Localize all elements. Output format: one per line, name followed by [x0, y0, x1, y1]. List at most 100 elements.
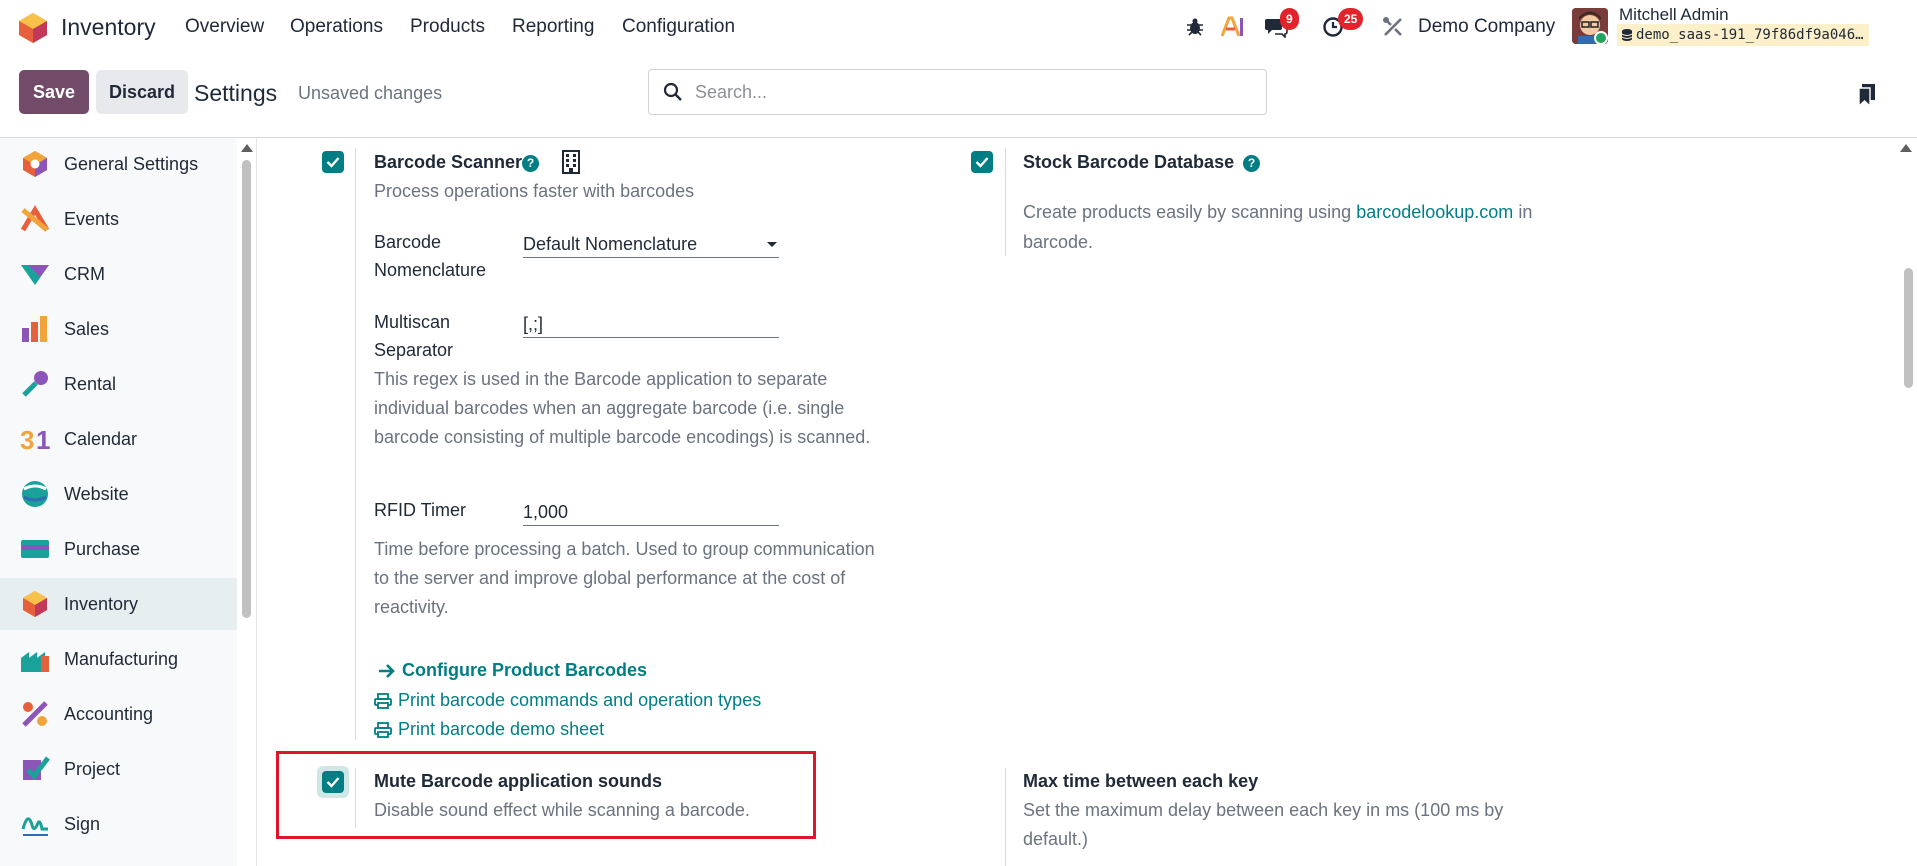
help-icon[interactable]: ? [522, 155, 539, 172]
sidebar-item-purchase[interactable]: Purchase [0, 523, 237, 575]
nomenclature-label-line2: Nomenclature [374, 260, 487, 280]
setting-divider [355, 148, 356, 740]
purchase-icon [21, 540, 49, 558]
database-icon [1622, 29, 1632, 41]
online-status-dot [1594, 31, 1608, 45]
help-icon[interactable]: ? [1243, 155, 1260, 172]
sidebar-item-events[interactable]: Events [0, 193, 237, 245]
ai-icon[interactable] [1220, 14, 1246, 40]
sidebar-scroll-thumb[interactable] [242, 160, 251, 618]
multiscan-label-line2: Separator [374, 340, 454, 360]
menu-operations[interactable]: Operations [290, 16, 383, 38]
print-commands-link[interactable]: Print barcode commands and operation typ… [374, 690, 761, 711]
settings-sidebar: General Settings Events CRM Sales Rental… [0, 138, 237, 866]
search-bar[interactable] [648, 69, 1267, 115]
sidebar-item-label: General Settings [64, 153, 199, 174]
setting-divider [1005, 768, 1006, 866]
discard-button[interactable]: Discard [96, 70, 188, 114]
company-switcher[interactable]: Demo Company [1418, 16, 1555, 38]
sidebar-item-label: Rental [64, 373, 117, 394]
stock-barcode-db-title: Stock Barcode Database [1023, 152, 1235, 172]
bookmark-icon[interactable] [1858, 84, 1876, 106]
configure-product-barcodes-link[interactable]: Configure Product Barcodes [378, 660, 647, 681]
sidebar-item-crm[interactable]: CRM [0, 248, 237, 300]
stock-barcode-db-desc-suffix: in [1518, 202, 1533, 222]
sales-icon [22, 316, 47, 342]
calendar-icon: 31 [20, 425, 50, 454]
sidebar-item-sign[interactable]: Sign [0, 798, 237, 850]
content-scroll-thumb[interactable] [1904, 268, 1913, 388]
messages-badge: 9 [1280, 8, 1299, 30]
menu-overview[interactable]: Overview [185, 16, 264, 38]
max-time-title: Max time between each key [1023, 771, 1259, 791]
user-name[interactable]: Mitchell Admin [1619, 5, 1729, 25]
accounting-icon [22, 701, 48, 727]
multiscan-separator-input[interactable]: [,;] [523, 310, 779, 338]
rfid-help-line2: to the server and improve global perform… [374, 568, 846, 588]
multiscan-help-line3: barcode consisting of multiple barcode e… [374, 427, 871, 447]
sidebar-item-label: Calendar [64, 428, 138, 449]
search-icon [663, 82, 682, 101]
barcodelookup-link[interactable]: barcodelookup.com [1356, 202, 1513, 222]
sidebar-divider [256, 138, 257, 866]
sidebar-item-label: Accounting [64, 703, 154, 724]
top-navbar: Inventory Overview Operations Products R… [0, 0, 1917, 56]
configure-product-barcodes-label: Configure Product Barcodes [402, 660, 648, 680]
save-button[interactable]: Save [19, 70, 89, 114]
sidebar-item-label: Sales [64, 318, 110, 339]
sidebar-item-inventory[interactable]: Inventory [0, 578, 237, 630]
setting-divider [1005, 148, 1006, 256]
multiscan-label-line1: Multiscan [374, 312, 451, 332]
content-scroll-up-arrow[interactable] [1900, 144, 1912, 152]
barcode-scanner-checkbox[interactable] [322, 151, 344, 173]
max-time-desc-line1: Set the maximum delay between each key i… [1023, 800, 1504, 820]
rental-icon [22, 371, 48, 397]
sidebar-item-label: CRM [64, 263, 105, 284]
search-input[interactable] [695, 81, 1215, 103]
sidebar-item-general-settings[interactable]: General Settings [0, 138, 237, 190]
menu-configuration[interactable]: Configuration [622, 16, 735, 38]
barcode-scanner-description: Process operations faster with barcodes [374, 181, 695, 201]
highlight-annotation-box [276, 751, 816, 839]
sidebar-item-website[interactable]: Website [0, 468, 237, 520]
sidebar-item-calendar[interactable]: 31 Calendar [0, 413, 237, 465]
stock-barcode-db-description: Create products easily by scanning using… [1023, 198, 1583, 227]
inventory-icon [23, 591, 47, 617]
database-name: demo_saas-191_79f86df9a046… [1636, 27, 1864, 43]
rfid-timer-input[interactable]: 1,000 [523, 498, 779, 526]
sidebar-item-label: Project [64, 758, 121, 779]
caret-down-icon [767, 242, 777, 247]
manufacturing-icon [21, 652, 49, 672]
rfid-timer-label: RFID Timer [374, 500, 466, 520]
crm-icon [21, 265, 49, 285]
general-settings-icon [23, 151, 47, 177]
print-demo-sheet-link[interactable]: Print barcode demo sheet [374, 719, 604, 740]
sidebar-item-label: Events [64, 208, 120, 229]
nomenclature-select[interactable]: Default Nomenclature [523, 230, 779, 258]
sidebar-scroll-up-arrow[interactable] [241, 144, 253, 152]
print-commands-label: Print barcode commands and operation typ… [398, 690, 762, 710]
app-name[interactable]: Inventory [61, 14, 156, 41]
arrow-right-icon [379, 663, 395, 678]
sidebar-item-rental[interactable]: Rental [0, 358, 237, 410]
svg-text:3: 3 [20, 425, 34, 454]
sidebar-item-sales[interactable]: Sales [0, 303, 237, 355]
website-icon [22, 481, 48, 507]
sidebar-item-manufacturing[interactable]: Manufacturing [0, 633, 237, 685]
stock-barcode-db-checkbox[interactable] [971, 151, 993, 173]
unsaved-status: Unsaved changes [298, 83, 443, 103]
events-icon [20, 205, 50, 232]
menu-reporting[interactable]: Reporting [512, 16, 594, 38]
bug-icon[interactable] [1182, 14, 1208, 40]
stock-barcode-db-desc-prefix: Create products easily by scanning using [1023, 202, 1352, 222]
sidebar-item-label: Sign [64, 813, 101, 834]
inventory-app-icon[interactable] [18, 12, 48, 44]
sidebar-item-project[interactable]: Project [0, 743, 237, 795]
sidebar-item-accounting[interactable]: Accounting [0, 688, 237, 740]
menu-products[interactable]: Products [410, 16, 485, 38]
multiscan-help-line1: This regex is used in the Barcode applic… [374, 369, 828, 389]
stock-barcode-db-desc-line2: barcode. [1023, 232, 1094, 252]
page-title: Settings [194, 80, 278, 106]
database-badge: demo_saas-191_79f86df9a046… [1617, 24, 1869, 46]
tools-icon[interactable] [1380, 14, 1406, 40]
